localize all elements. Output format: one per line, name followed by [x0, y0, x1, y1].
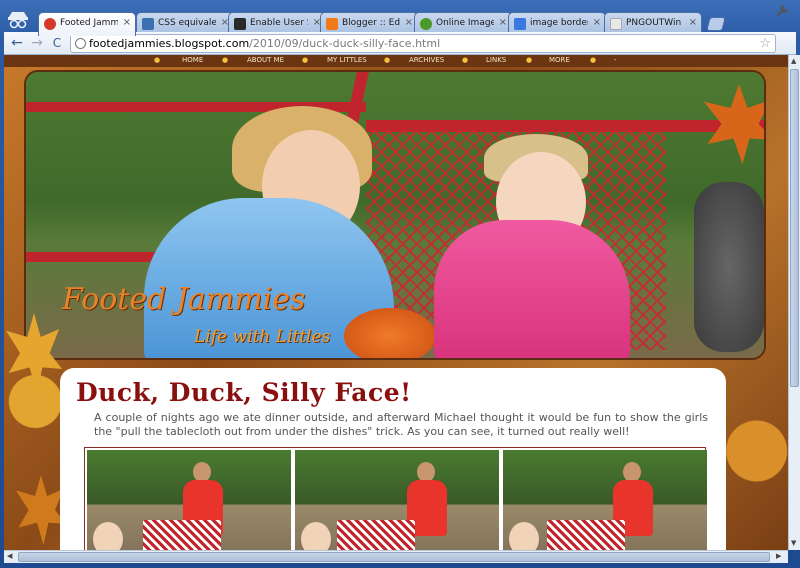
nav-separator-icon: ●: [526, 56, 533, 64]
nav-separator-icon: ●: [462, 56, 469, 64]
tractor-tire: [694, 182, 764, 352]
child-head: [301, 522, 331, 550]
scroll-up-arrow-icon[interactable]: ▲: [791, 57, 796, 65]
blog-post: Duck, Duck, Silly Face! A couple of nigh…: [60, 368, 726, 550]
nav-archives[interactable]: ARCHIVES: [409, 56, 444, 64]
blog-header-image[interactable]: Footed Jammies Life with Littles: [24, 70, 766, 360]
new-tab-button[interactable]: [706, 17, 726, 31]
pumpkin: [344, 308, 436, 358]
image-favicon-icon: [420, 18, 432, 30]
post-title[interactable]: Duck, Duck, Silly Face!: [76, 378, 714, 407]
nav-separator-icon: ●: [154, 56, 161, 64]
tab-title: PNGOUTWin - ...: [626, 18, 684, 28]
tab-close-icon[interactable]: ×: [405, 17, 413, 28]
nav-more[interactable]: MORE: [549, 56, 570, 64]
post-body: A couple of nights ago we ate dinner out…: [94, 411, 708, 438]
person-head: [193, 462, 211, 482]
address-bar[interactable]: footedjammies.blogspot.com/2010/09/duck-…: [70, 34, 776, 53]
back-arrow-icon[interactable]: ←: [8, 34, 26, 52]
tablecloth: [547, 520, 625, 550]
post-photo[interactable]: [503, 450, 707, 550]
nav-separator-icon: ●: [384, 56, 391, 64]
child-head: [93, 522, 123, 550]
post-photo[interactable]: [295, 450, 499, 550]
nav-separator-icon: ●: [302, 56, 309, 64]
scroll-right-arrow-icon[interactable]: ▶: [776, 552, 781, 560]
scroll-down-arrow-icon[interactable]: ▼: [791, 539, 796, 547]
bookmark-star-icon[interactable]: ☆: [759, 35, 771, 52]
web-page: ● HOME ● ABOUT ME ● MY LITTLES ● ARCHIVE…: [4, 55, 788, 550]
vertical-scroll-thumb[interactable]: [790, 69, 799, 387]
page-favicon-icon: [610, 18, 622, 30]
blog-title[interactable]: Footed Jammies: [62, 282, 305, 317]
vertical-scrollbar[interactable]: ▲ ▼: [788, 55, 800, 550]
tab-close-icon[interactable]: ×: [123, 17, 131, 28]
horizontal-scroll-thumb[interactable]: [18, 552, 770, 562]
url-path: /2010/09/duck-duck-silly-face.html: [249, 37, 441, 50]
tab-close-icon[interactable]: ×: [689, 17, 697, 28]
nav-links[interactable]: LINKS: [486, 56, 506, 64]
tab-footed-jammies[interactable]: Footed Jammi... ×: [38, 12, 136, 36]
tab-title: image border -...: [530, 18, 588, 28]
url-host: footedjammies.blogspot.com: [89, 37, 250, 50]
google-favicon-icon: [514, 18, 526, 30]
tab-title: Blogger :: Edit ...: [342, 18, 400, 28]
blog-subtitle: Life with Littles: [194, 327, 331, 347]
horizontal-scrollbar[interactable]: ◀ ▶: [4, 550, 788, 563]
css-favicon-icon: [142, 18, 154, 30]
reload-icon[interactable]: C: [48, 34, 66, 52]
globe-icon: [75, 38, 86, 49]
tab-close-icon[interactable]: ×: [499, 17, 507, 28]
tab-strip: Footed Jammi... × CSS equivalent... × En…: [0, 8, 800, 36]
script-favicon-icon: [234, 18, 246, 30]
person-head: [623, 462, 641, 482]
nav-my-littles[interactable]: MY LITTLES: [327, 56, 367, 64]
tab-title: Enable User Scr...: [250, 18, 308, 28]
photo-strip: [84, 447, 707, 550]
nav-dash[interactable]: -: [614, 56, 617, 64]
browser-window: Footed Jammi... × CSS equivalent... × En…: [0, 0, 800, 568]
nav-separator-icon: ●: [590, 56, 597, 64]
incognito-spy-icon: [6, 8, 30, 30]
tab-title: Footed Jammi...: [60, 18, 118, 28]
pink-jacket: [434, 220, 630, 358]
child-head: [509, 522, 539, 550]
scroll-left-arrow-icon[interactable]: ◀: [7, 552, 12, 560]
blogger-favicon-icon: [326, 18, 338, 30]
nav-home[interactable]: HOME: [182, 56, 203, 64]
person-head: [417, 462, 435, 482]
wrench-menu-icon[interactable]: [776, 3, 790, 21]
tablecloth: [143, 520, 221, 550]
blog-navbar: ● HOME ● ABOUT ME ● MY LITTLES ● ARCHIVE…: [4, 55, 788, 67]
nav-separator-icon: ●: [222, 56, 229, 64]
tab-title: CSS equivalent...: [158, 18, 216, 28]
nav-about-me[interactable]: ABOUT ME: [247, 56, 284, 64]
flower-favicon-icon: [44, 18, 56, 30]
post-photo[interactable]: [87, 450, 291, 550]
tab-title: Online Image ...: [436, 18, 494, 28]
tab-close-icon[interactable]: ×: [593, 17, 601, 28]
forward-arrow-icon[interactable]: →: [28, 34, 46, 52]
tablecloth: [337, 520, 415, 550]
